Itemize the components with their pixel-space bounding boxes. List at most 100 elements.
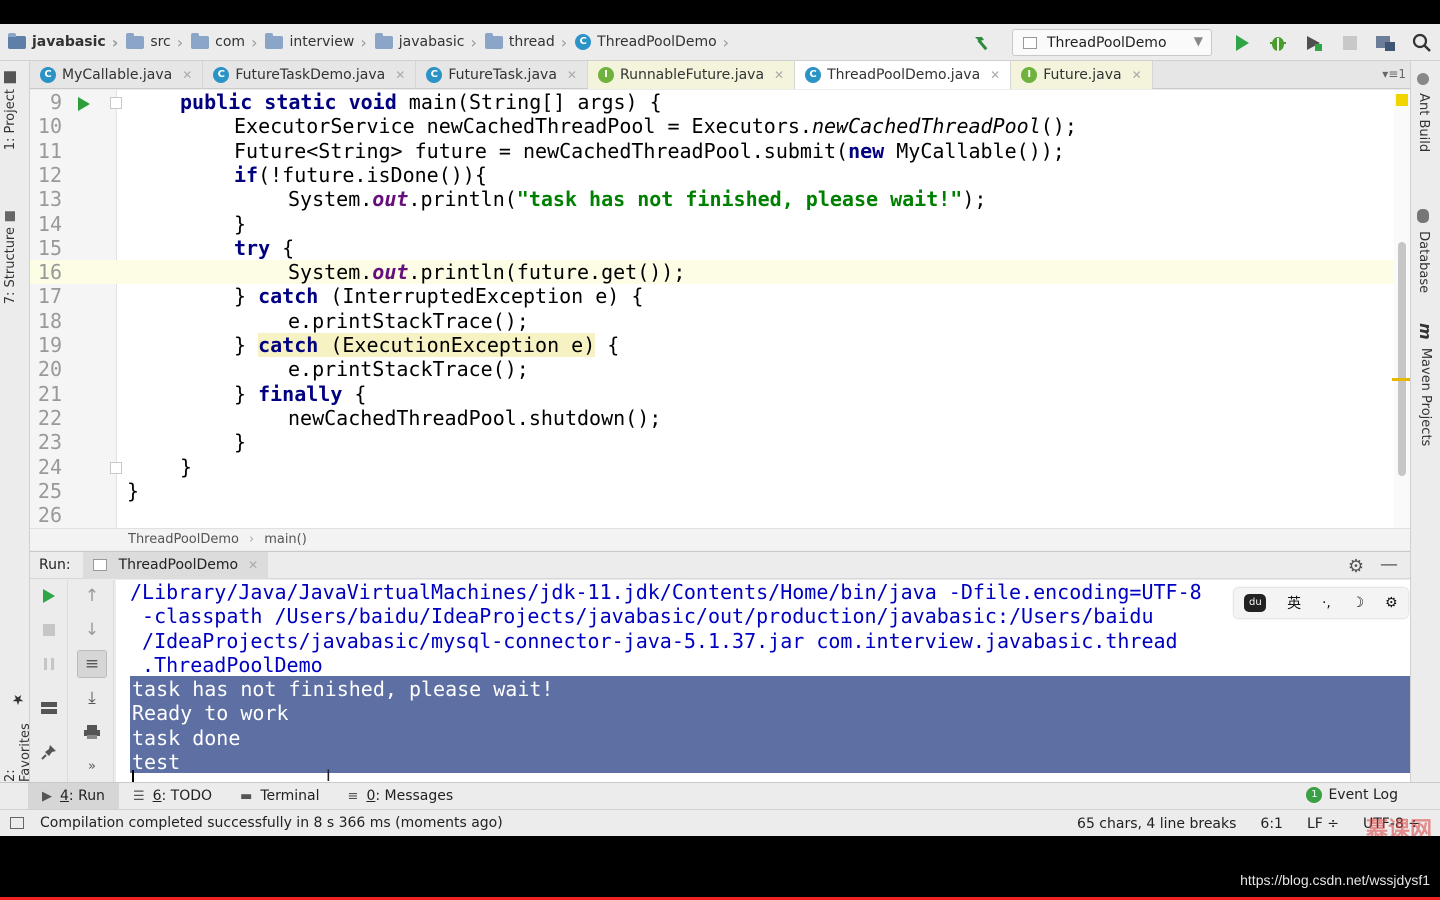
close-icon[interactable]: ✕ <box>567 68 577 82</box>
tab-messages[interactable]: ≡ 0: Messages <box>334 783 468 810</box>
print-icon[interactable] <box>77 718 107 746</box>
editor-scrollbar[interactable] <box>1392 90 1410 528</box>
pin-icon[interactable] <box>34 738 64 766</box>
run-gutter-icon[interactable] <box>78 97 90 111</box>
debug-button[interactable] <box>1265 30 1291 56</box>
ime-gear-icon[interactable]: ⚙ <box>1385 595 1398 611</box>
ant-build-tab[interactable]: Ant Build <box>1416 73 1431 152</box>
event-log-button[interactable]: 1 Event Log <box>1306 787 1398 803</box>
project-tool-tab[interactable]: 1: Project <box>3 71 18 150</box>
breadcrumb-method[interactable]: main() <box>264 532 307 547</box>
tab-threadpooldemo[interactable]: C ThreadPoolDemo.java ✕ <box>795 61 1012 89</box>
input-method-toolbar[interactable]: du 英 ·, ☽ ⚙ <box>1234 588 1408 618</box>
folder-icon <box>374 32 393 49</box>
breadcrumb-project[interactable]: javabasic › <box>0 24 118 61</box>
pause-icon[interactable] <box>34 650 64 678</box>
console-command-line: -classpath /Users/baidu/IdeaProjects/jav… <box>130 604 1154 629</box>
run-button[interactable] <box>1229 30 1255 56</box>
run-tab-label: ThreadPoolDemo <box>118 557 239 573</box>
stop-button[interactable] <box>1337 30 1363 56</box>
code-line: 11 Future<String> future = newCachedThre… <box>30 139 1396 163</box>
code-text: try { <box>234 235 295 260</box>
breadcrumb-com[interactable]: com › <box>183 24 257 61</box>
fold-marker-icon[interactable] <box>110 462 122 474</box>
maven-tab[interactable]: m Maven Projects <box>1416 323 1435 446</box>
more-actions-icon[interactable]: » <box>77 752 107 780</box>
run-configuration-select[interactable]: ThreadPoolDemo ▼ <box>1012 29 1212 56</box>
breadcrumb-class[interactable]: C ThreadPoolDemo › <box>567 24 729 61</box>
ant-build-label: Ant Build <box>1416 93 1431 153</box>
database-tab[interactable]: Database <box>1416 209 1431 293</box>
gear-icon[interactable]: ⚙ <box>1348 556 1364 577</box>
console-output-line: test <box>132 749 181 774</box>
line-number: 22 <box>37 405 62 430</box>
stop-button[interactable] <box>34 616 64 644</box>
application-icon <box>92 559 107 571</box>
line-separator-select[interactable]: LF ÷ <box>1307 816 1339 832</box>
run-tab[interactable]: ThreadPoolDemo ✕ <box>82 551 269 579</box>
ime-moon-icon[interactable]: ☽ <box>1352 595 1365 611</box>
coverage-button[interactable] <box>1301 30 1327 56</box>
breadcrumb-label: interview <box>289 34 355 50</box>
console-output-line: task done <box>132 725 241 750</box>
scroll-up-icon[interactable]: ↑ <box>77 582 107 610</box>
console-command-line: /Library/Java/JavaVirtualMachines/jdk-11… <box>130 580 1202 604</box>
close-icon[interactable]: ✕ <box>990 68 1000 82</box>
code-editor[interactable]: 9 public static void main(String[] args)… <box>30 90 1410 528</box>
toggle-tool-windows-icon[interactable] <box>10 817 24 829</box>
code-text: ExecutorService newCachedThreadPool = Ex… <box>234 114 1077 139</box>
search-icon[interactable] <box>1409 30 1435 56</box>
project-structure-icon[interactable] <box>1373 30 1399 56</box>
tab-futuretaskdemo[interactable]: C FutureTaskDemo.java ✕ <box>203 61 417 89</box>
soft-wrap-toggle-icon[interactable]: ≡ <box>77 650 107 678</box>
breadcrumb-javabasic[interactable]: javabasic › <box>367 24 477 61</box>
tab-futuretask[interactable]: C FutureTask.java ✕ <box>416 61 588 89</box>
fold-marker-icon[interactable] <box>110 97 122 109</box>
tab-overflow-menu[interactable]: ▾≡1 <box>1382 67 1406 81</box>
tab-run[interactable]: ▶ 4: Run <box>28 782 119 810</box>
close-icon[interactable]: ✕ <box>1132 68 1142 82</box>
breadcrumb-label: thread <box>508 34 555 50</box>
scrollbar-thumb[interactable] <box>1398 242 1406 476</box>
code-text: if(!future.isDone()){ <box>234 162 487 187</box>
close-icon[interactable]: ✕ <box>395 68 405 82</box>
line-number: 16 <box>37 260 62 285</box>
close-icon[interactable]: ✕ <box>182 68 192 82</box>
breadcrumb-class[interactable]: ThreadPoolDemo <box>128 532 239 547</box>
breadcrumb-src[interactable]: src › <box>118 24 183 61</box>
warning-indicator-icon[interactable] <box>1396 94 1408 106</box>
restore-layout-icon[interactable] <box>34 694 64 722</box>
tab-runnablefuture[interactable]: I RunnableFuture.java ✕ <box>587 61 796 89</box>
close-icon[interactable]: ✕ <box>774 68 784 82</box>
right-tool-strip: Ant Build Database m Maven Projects <box>1410 61 1440 782</box>
scroll-down-icon[interactable]: ↓ <box>77 616 107 644</box>
warning-stripe[interactable] <box>1392 378 1410 381</box>
tab-future[interactable]: I Future.java ✕ <box>1011 61 1153 89</box>
favorites-tool-tab[interactable]: 2: Favorites ★ <box>3 691 33 782</box>
tab-mycallable[interactable]: C MyCallable.java ✕ <box>30 61 204 89</box>
minimize-icon[interactable]: — <box>1380 554 1398 575</box>
code-text: newCachedThreadPool.shutdown(); <box>288 405 662 430</box>
ime-logo-icon[interactable]: du <box>1244 594 1267 612</box>
breadcrumb-interview[interactable]: interview › <box>257 24 367 61</box>
caret-position[interactable]: 6:1 <box>1260 816 1283 832</box>
tab-todo[interactable]: ☰ 6: TODO <box>119 783 226 810</box>
breadcrumb-thread[interactable]: thread › <box>477 24 567 61</box>
class-icon: C <box>426 67 443 83</box>
rerun-button[interactable] <box>34 582 64 610</box>
favorites-tab-label: 2: Favorites <box>3 723 33 782</box>
ime-language-toggle[interactable]: 英 <box>1287 593 1301 613</box>
scroll-to-end-icon[interactable]: ⤓ <box>77 684 107 712</box>
breadcrumb-label: src <box>150 34 171 50</box>
tab-label: : Messages <box>375 788 454 804</box>
code-line: 21 } finally { <box>30 382 1396 406</box>
folder-icon <box>484 32 503 49</box>
ime-punctuation-toggle[interactable]: ·, <box>1322 595 1331 611</box>
folder-icon <box>8 32 26 49</box>
folder-icon <box>191 32 210 49</box>
run-console[interactable]: /Library/Java/JavaVirtualMachines/jdk-11… <box>116 580 1410 782</box>
build-hammer-icon[interactable] <box>969 30 995 56</box>
structure-tool-tab[interactable]: 7: Structure <box>3 211 18 304</box>
close-icon[interactable]: ✕ <box>248 558 258 572</box>
tab-terminal[interactable]: ▬ Terminal <box>226 783 333 810</box>
